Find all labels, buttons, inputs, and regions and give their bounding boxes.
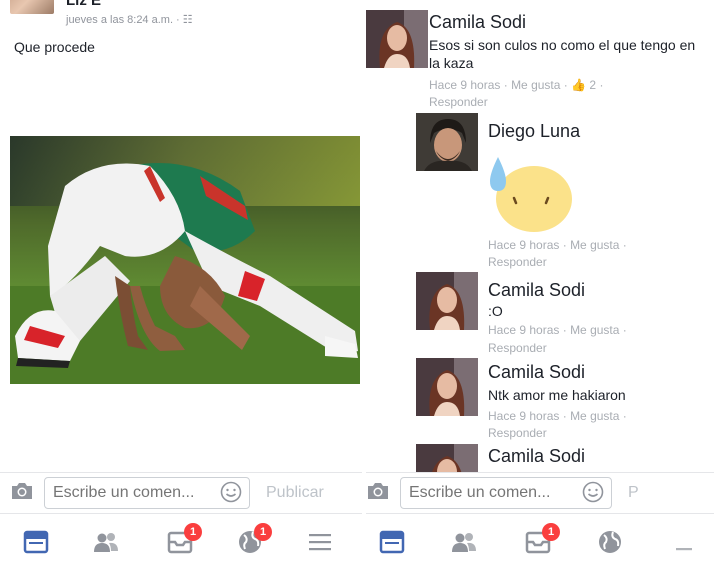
bottom-nav: 1 — [366, 513, 714, 580]
menu-icon[interactable] — [670, 528, 698, 556]
comment-meta: Hace 9 horas · Me gusta · — [488, 409, 627, 423]
notification-badge: 1 — [542, 523, 560, 541]
commenter-avatar[interactable] — [416, 272, 478, 330]
reply-link[interactable]: Responder — [488, 340, 547, 357]
comment-text: Ntk amor me hakiaron — [488, 387, 626, 403]
menu-icon[interactable] — [306, 528, 334, 556]
profile-photo — [416, 358, 478, 416]
comment-time: Hace 9 horas — [488, 409, 560, 423]
post-text: Que procede — [14, 39, 95, 55]
commenter-name[interactable]: Camila Sodi — [488, 446, 585, 467]
commenter-avatar[interactable] — [366, 10, 428, 68]
comment-meta: Hace 9 horas · Me gusta · 👍 2 · — [429, 78, 604, 92]
news-feed-icon[interactable] — [378, 528, 406, 556]
post-author-name[interactable]: Liz E — [66, 0, 101, 9]
comment-text: :O — [488, 303, 503, 319]
commenter-name[interactable]: Camila Sodi — [488, 362, 585, 383]
comment-time: Hace 9 horas — [488, 238, 560, 252]
emoji-icon[interactable] — [220, 481, 242, 503]
news-feed-icon[interactable] — [22, 528, 50, 556]
comment-input[interactable] — [400, 477, 612, 509]
commenter-name[interactable]: Camila Sodi — [488, 280, 585, 301]
bottom-nav: 1 1 — [0, 513, 362, 580]
like-link[interactable]: Me gusta — [511, 78, 560, 92]
right-screen: Camila Sodi Esos si son culos no como el… — [366, 0, 714, 580]
commenter-avatar[interactable] — [416, 444, 478, 472]
left-screen: Liz E jueves a las 8:24 a.m. · ☷ Que pro… — [0, 0, 362, 580]
camera-icon[interactable] — [366, 482, 390, 500]
soccer-player-photo — [10, 136, 360, 384]
profile-photo — [416, 113, 478, 171]
comment-bar: Publicar — [0, 472, 362, 512]
commenter-avatar[interactable] — [416, 358, 478, 416]
like-link[interactable]: Me gusta — [570, 323, 619, 337]
post-photo[interactable] — [10, 136, 360, 384]
commenter-name[interactable]: Camila Sodi — [429, 12, 526, 33]
like-count: 2 — [589, 78, 597, 92]
messages-nav[interactable]: 1 — [166, 523, 202, 556]
comment-item: Camila Sodi :O Hace 9 horas · Me gusta ·… — [416, 272, 714, 360]
notification-badge: 1 — [184, 523, 202, 541]
profile-photo — [416, 272, 478, 330]
globe-icon[interactable] — [596, 528, 624, 556]
notification-badge: 1 — [254, 523, 272, 541]
friends-icon[interactable] — [450, 528, 478, 556]
friends-icon[interactable] — [92, 528, 120, 556]
sweat-emoji-sticker — [490, 157, 572, 232]
publish-button[interactable]: P — [628, 484, 639, 502]
post-author-avatar[interactable] — [10, 0, 54, 14]
comment-item: Diego Luna Hace 9 horas · Me gusta · Res… — [416, 113, 714, 273]
comment-item: Camila Sodi Esos si son culos no como el… — [366, 10, 714, 110]
commenter-name[interactable]: Diego Luna — [488, 121, 580, 142]
profile-photo — [416, 444, 478, 472]
comment-time: Hace 9 horas — [429, 78, 501, 92]
messages-nav[interactable]: 1 — [524, 523, 560, 556]
reply-link[interactable]: Responder — [488, 254, 547, 271]
commenter-avatar[interactable] — [416, 113, 478, 171]
comment-time: Hace 9 horas — [488, 323, 560, 337]
publish-button[interactable]: Publicar — [266, 484, 324, 502]
comment-item: Camila Sodi — [416, 444, 714, 472]
comment-item: Camila Sodi Ntk amor me hakiaron Hace 9 … — [416, 358, 714, 446]
reply-link[interactable]: Responder — [488, 425, 547, 442]
profile-photo — [366, 10, 428, 68]
thumbs-up-icon: 👍 — [571, 78, 587, 92]
comment-bar: P — [366, 472, 714, 512]
like-link[interactable]: Me gusta — [570, 409, 619, 423]
comment-meta: Hace 9 horas · Me gusta · — [488, 238, 627, 252]
emoji-icon[interactable] — [582, 481, 604, 503]
post-timestamp[interactable]: jueves a las 8:24 a.m. · ☷ — [66, 13, 193, 26]
reply-link[interactable]: Responder — [429, 94, 488, 111]
notifications-nav[interactable]: 1 — [236, 523, 272, 556]
comment-text: Esos si son culos no como el que tengo e… — [429, 37, 696, 71]
comment-meta: Hace 9 horas · Me gusta · — [488, 323, 627, 337]
like-link[interactable]: Me gusta — [570, 238, 619, 252]
camera-icon[interactable] — [10, 482, 34, 500]
